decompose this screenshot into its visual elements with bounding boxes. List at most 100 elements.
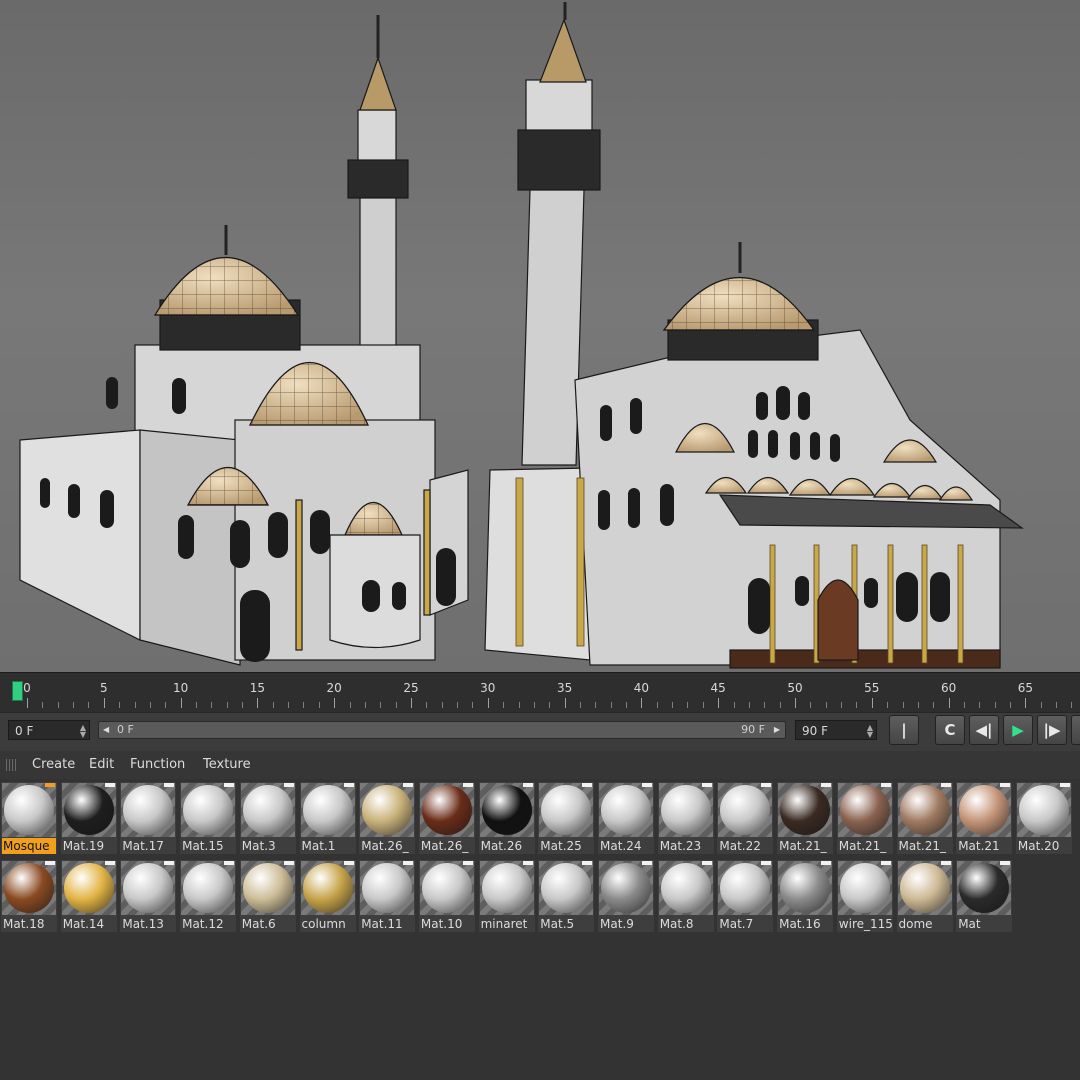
spinner-arrows-icon[interactable]: ▲ ▼ <box>80 724 86 739</box>
menu-edit[interactable]: Edit <box>89 757 114 772</box>
material-tag-marker <box>1059 783 1070 787</box>
material-swatch[interactable]: Mat.21_ <box>896 782 953 854</box>
material-tag-marker <box>701 783 712 787</box>
material-swatch[interactable]: minaret <box>478 860 535 932</box>
material-name: Mat.26 <box>480 839 523 853</box>
material-swatch[interactable]: Mat.6 <box>239 860 296 932</box>
timeline-ruler[interactable]: 0 5 10 15 20 25 30 35 40 45 50 55 60 65 <box>0 678 1080 710</box>
material-swatch[interactable]: Mat.8 <box>657 860 714 932</box>
material-tag-marker <box>104 861 115 865</box>
material-name: Mat.19 <box>62 839 105 853</box>
material-swatch[interactable]: Mat.26 <box>478 782 535 854</box>
material-swatch[interactable]: Mat.21_ <box>777 782 834 854</box>
material-tag-marker <box>761 783 772 787</box>
material-swatch[interactable]: column <box>299 860 356 932</box>
material-name: Mat.1 <box>301 839 336 853</box>
material-swatch[interactable]: Mat.16 <box>777 860 834 932</box>
playhead-marker[interactable] <box>12 681 23 701</box>
material-preview <box>61 783 116 837</box>
material-sphere-icon <box>541 785 592 835</box>
material-swatch[interactable]: Mat.21 <box>956 782 1013 854</box>
material-manager-grid: Mosque Mat.19 Mat.17 Mat.15 Mat.3 Mat.1 Mat.26… <box>0 779 1080 1080</box>
material-swatch[interactable]: Mat.26_ <box>359 782 416 854</box>
menu-create[interactable]: Create <box>32 757 75 772</box>
material-swatch[interactable]: Mat <box>956 860 1013 932</box>
material-sphere-icon <box>302 785 353 835</box>
material-preview <box>479 861 534 915</box>
material-sphere-icon <box>183 785 234 835</box>
material-tag-marker <box>224 783 235 787</box>
material-sphere-icon <box>63 785 114 835</box>
material-swatch[interactable]: Mat.13 <box>120 860 177 932</box>
material-tag-marker <box>283 861 294 865</box>
current-frame-field[interactable]: 0 F ▲ ▼ <box>8 720 90 740</box>
timeline-tick <box>549 702 551 708</box>
material-swatch[interactable]: Mat.7 <box>717 860 774 932</box>
range-start-label: 0 F <box>117 723 134 736</box>
material-swatch[interactable]: Mat.17 <box>120 782 177 854</box>
material-swatch[interactable]: Mat.26_ <box>418 782 475 854</box>
material-tag-marker <box>1000 783 1011 787</box>
panel-grip-icon[interactable] <box>6 759 18 771</box>
range-right-arrow-icon[interactable]: ▶ <box>774 722 780 738</box>
material-sphere-icon <box>242 863 293 913</box>
material-name: Mat.21_ <box>779 839 827 853</box>
timeline-tick <box>119 702 121 708</box>
play-button[interactable]: ▶ <box>1003 715 1033 745</box>
material-name: Mat.21_ <box>838 839 887 853</box>
material-sphere-icon <box>780 785 831 835</box>
material-swatch[interactable]: Mat.3 <box>239 782 296 854</box>
material-swatch[interactable]: Mat.14 <box>60 860 117 932</box>
material-name: Mat.11 <box>361 917 403 931</box>
range-end-label: 90 F <box>741 723 765 736</box>
menu-texture[interactable]: Texture <box>203 757 251 772</box>
material-tag-marker <box>462 783 473 787</box>
material-swatch[interactable]: Mat.20 <box>1015 782 1072 854</box>
material-sphere-icon <box>541 863 592 913</box>
timeline[interactable]: 0 5 10 15 20 25 30 35 40 45 50 55 60 65 <box>0 672 1080 713</box>
frame-range-slider[interactable]: ◀ 0 F 90 F ▶ <box>98 721 786 739</box>
material-manager-menubar: Create Edit Function Texture <box>0 751 1080 779</box>
material-swatch[interactable]: Mat.12 <box>180 860 237 932</box>
end-frame-field[interactable]: 90 F ▲ ▼ <box>795 720 877 740</box>
material-swatch[interactable]: Mosque <box>1 782 57 854</box>
spinner-arrows-icon[interactable]: ▲ ▼ <box>867 724 873 739</box>
menu-function[interactable]: Function <box>130 757 185 772</box>
range-left-arrow-icon[interactable]: ◀ <box>103 722 109 738</box>
step-forward-button[interactable]: |▶ <box>1037 715 1067 745</box>
material-swatch[interactable]: Mat.18 <box>1 860 57 932</box>
3d-viewport[interactable] <box>0 0 1080 672</box>
timeline-tick-label: 5 <box>99 681 108 695</box>
material-preview <box>360 861 415 915</box>
step-back-button[interactable]: ◀| <box>969 715 999 745</box>
material-swatch[interactable]: wire_115 <box>836 860 893 932</box>
material-swatch[interactable]: Mat.1 <box>299 782 356 854</box>
material-swatch[interactable]: Mat.22 <box>717 782 774 854</box>
material-swatch[interactable]: Mat.9 <box>598 860 654 932</box>
material-swatch[interactable]: Mat.19 <box>60 782 117 854</box>
go-to-start-button[interactable]: |◀◀ <box>889 715 919 767</box>
material-swatch[interactable]: dome <box>896 860 953 932</box>
timeline-tick-label: 65 <box>1017 681 1034 695</box>
timeline-tick <box>395 702 397 708</box>
material-tag-marker <box>45 861 55 865</box>
timeline-tick <box>518 702 520 708</box>
material-tag-marker <box>462 861 473 865</box>
loop-button[interactable]: C <box>935 715 965 745</box>
material-preview <box>599 783 653 837</box>
material-swatch[interactable]: Mat.23 <box>657 782 714 854</box>
timeline-tick <box>303 702 305 708</box>
material-preview <box>300 861 355 915</box>
material-sphere-icon <box>660 785 711 835</box>
material-swatch[interactable]: Mat.25 <box>538 782 595 854</box>
play-forward-button[interactable] <box>1071 715 1080 745</box>
material-sphere-icon <box>959 863 1010 913</box>
timeline-tick <box>917 702 919 708</box>
material-tag-marker <box>642 783 652 787</box>
material-swatch[interactable]: Mat.5 <box>538 860 595 932</box>
material-swatch[interactable]: Mat.21_ <box>836 782 893 854</box>
material-swatch[interactable]: Mat.24 <box>598 782 654 854</box>
material-swatch[interactable]: Mat.10 <box>418 860 475 932</box>
material-swatch[interactable]: Mat.15 <box>180 782 237 854</box>
material-swatch[interactable]: Mat.11 <box>359 860 416 932</box>
